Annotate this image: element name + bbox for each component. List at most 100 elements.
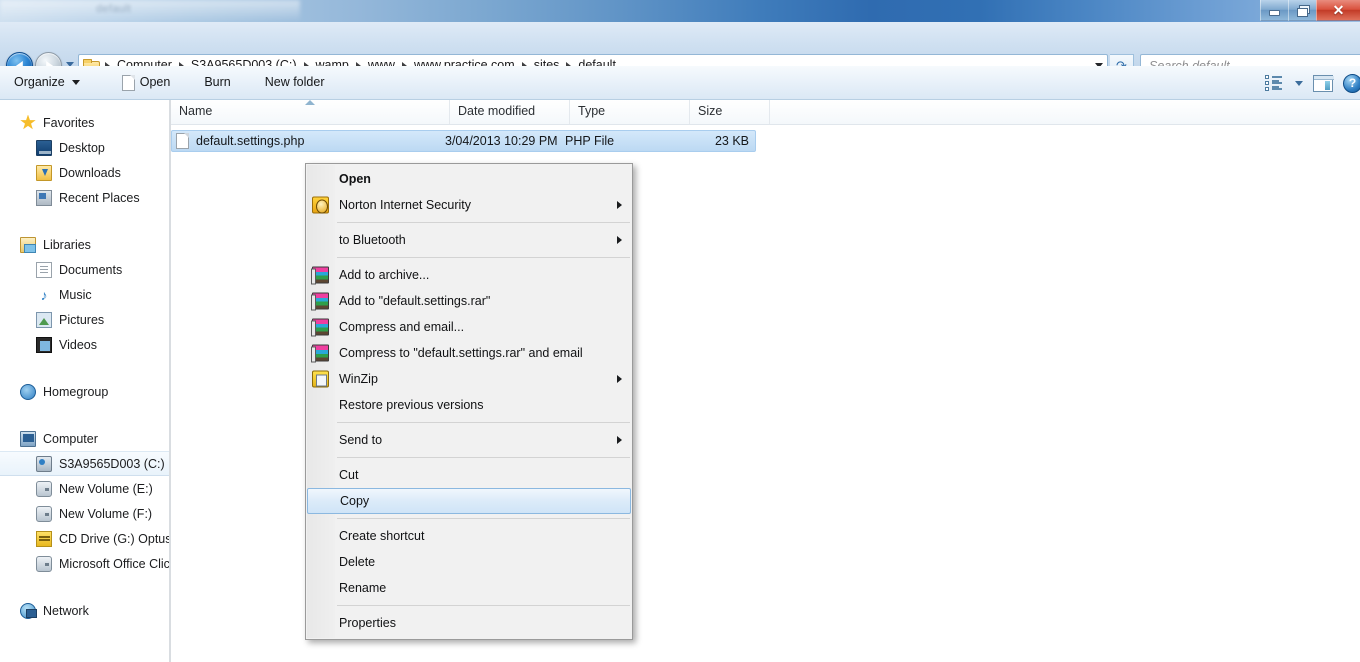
menu-separator <box>337 422 630 423</box>
column-header-size[interactable]: Size <box>690 100 770 124</box>
sidebar-label: S3A9565D003 (C:) <box>59 456 165 471</box>
sidebar-group-homegroup[interactable]: Homegroup <box>0 379 169 404</box>
submenu-arrow-icon <box>617 201 622 209</box>
submenu-arrow-icon <box>617 375 622 383</box>
change-view-dropdown[interactable] <box>1293 80 1303 86</box>
minimize-button[interactable] <box>1260 0 1288 21</box>
menu-item-compress-and-email[interactable]: Compress and email... <box>306 314 632 340</box>
sidebar-group-computer[interactable]: Computer <box>0 426 169 451</box>
sidebar-item-cd-drive[interactable]: CD Drive (G:) Optus M <box>0 526 169 551</box>
file-date-cell: 3/04/2013 10:29 PM <box>445 133 558 148</box>
sidebar-label: Music <box>59 287 92 302</box>
menu-item-properties[interactable]: Properties <box>306 610 632 636</box>
winrar-icon <box>311 318 329 337</box>
title-bar: default ✕ <box>0 0 1360 22</box>
computer-icon <box>20 430 36 447</box>
menu-item-add-to-named-rar[interactable]: Add to "default.settings.rar" <box>306 288 632 314</box>
sidebar-item-volume-e[interactable]: New Volume (E:) <box>0 476 169 501</box>
recent-places-icon <box>36 189 52 206</box>
submenu-arrow-icon <box>617 436 622 444</box>
sidebar-item-volume-f[interactable]: New Volume (F:) <box>0 501 169 526</box>
menu-item-norton-internet-security[interactable]: Norton Internet Security <box>306 192 632 218</box>
menu-separator <box>337 605 630 606</box>
sidebar-item-music[interactable]: ♪ Music <box>0 282 169 307</box>
open-button[interactable]: Open <box>112 71 181 95</box>
homegroup-icon <box>20 383 36 400</box>
sidebar-label: New Volume (F:) <box>59 506 153 521</box>
videos-icon <box>36 336 52 353</box>
change-view-icon[interactable] <box>1265 75 1283 91</box>
sidebar-label: Recent Places <box>59 190 140 205</box>
sidebar-label: Network <box>43 603 89 618</box>
column-header-name[interactable]: Name <box>171 100 450 124</box>
chevron-down-icon <box>1295 80 1303 86</box>
menu-item-copy[interactable]: Copy <box>307 488 631 514</box>
sidebar-label: New Volume (E:) <box>59 481 153 496</box>
sidebar-item-office-click[interactable]: Microsoft Office Click <box>0 551 169 576</box>
new-folder-label: New folder <box>264 75 325 90</box>
sidebar-item-videos[interactable]: Videos <box>0 332 169 357</box>
pictures-icon <box>36 311 52 328</box>
menu-item-compress-to-named-rar-and-email[interactable]: Compress to "default.settings.rar" and e… <box>306 340 632 366</box>
command-bar-right-group: ? <box>1265 66 1360 100</box>
menu-item-label: Compress and email... <box>339 319 465 334</box>
menu-item-add-to-archive[interactable]: Add to archive... <box>306 262 632 288</box>
menu-item-to-bluetooth[interactable]: to Bluetooth <box>306 227 632 253</box>
menu-item-create-shortcut[interactable]: Create shortcut <box>306 523 632 549</box>
sidebar-item-desktop[interactable]: Desktop <box>0 135 169 160</box>
documents-icon <box>36 261 52 278</box>
menu-item-rename[interactable]: Rename <box>306 575 632 601</box>
menu-item-label: Cut <box>339 467 359 482</box>
menu-item-label: Delete <box>339 554 376 569</box>
menu-item-open[interactable]: Open <box>306 166 632 192</box>
column-header-type[interactable]: Type <box>570 100 690 124</box>
menu-item-delete[interactable]: Delete <box>306 549 632 575</box>
burn-label: Burn <box>204 75 231 90</box>
sidebar-item-system-drive[interactable]: S3A9565D003 (C:) <box>0 451 169 476</box>
sidebar-group-favorites[interactable]: Favorites <box>0 110 169 135</box>
table-row[interactable]: default.settings.php 3/04/2013 10:29 PM … <box>171 130 756 152</box>
menu-item-label: Create shortcut <box>339 528 425 543</box>
drive-icon <box>36 480 52 497</box>
close-button[interactable]: ✕ <box>1316 0 1360 21</box>
menu-item-winzip[interactable]: WinZip <box>306 366 632 392</box>
winzip-icon <box>312 370 329 388</box>
menu-item-label: Copy <box>340 493 370 508</box>
burn-button[interactable]: Burn <box>194 72 240 93</box>
file-name: default.settings.php <box>196 133 305 148</box>
menu-item-label: Compress to "default.settings.rar" and e… <box>339 345 583 360</box>
column-header-row: Name Date modified Type Size <box>171 100 1360 125</box>
file-name-cell: default.settings.php <box>172 133 437 149</box>
sidebar-group-network[interactable]: Network <box>0 598 169 623</box>
sidebar-item-documents[interactable]: Documents <box>0 257 169 282</box>
sidebar-item-downloads[interactable]: Downloads <box>0 160 169 185</box>
menu-separator <box>337 257 630 258</box>
php-file-icon <box>176 133 189 149</box>
column-header-date-modified[interactable]: Date modified <box>450 100 570 124</box>
sidebar-label: Pictures <box>59 312 105 327</box>
norton-icon <box>312 196 329 214</box>
organize-button[interactable]: Organize <box>4 72 90 93</box>
menu-item-send-to[interactable]: Send to <box>306 427 632 453</box>
sidebar-item-pictures[interactable]: Pictures <box>0 307 169 332</box>
menu-separator <box>337 457 630 458</box>
file-size-cell: 23 KB <box>714 133 749 148</box>
menu-item-restore-previous-versions[interactable]: Restore previous versions <box>306 392 632 418</box>
sidebar-label: Homegroup <box>43 384 109 399</box>
sidebar-label: CD Drive (G:) Optus M <box>59 531 170 546</box>
cd-drive-icon <box>36 530 52 547</box>
sort-ascending-icon <box>305 100 315 105</box>
sidebar-item-recent-places[interactable]: Recent Places <box>0 185 169 210</box>
libraries-icon <box>20 236 36 253</box>
restore-button[interactable] <box>1288 0 1316 21</box>
new-folder-button[interactable]: New folder <box>255 72 335 93</box>
help-icon[interactable]: ? <box>1343 73 1360 93</box>
menu-item-cut[interactable]: Cut <box>306 462 632 488</box>
preview-pane-icon[interactable] <box>1313 74 1334 92</box>
menu-item-label: Rename <box>339 580 387 595</box>
sidebar-group-libraries[interactable]: Libraries <box>0 232 169 257</box>
context-menu: Open Norton Internet Security to Bluetoo… <box>305 163 633 640</box>
window-controls: ✕ <box>1260 0 1360 21</box>
downloads-icon <box>36 164 52 181</box>
